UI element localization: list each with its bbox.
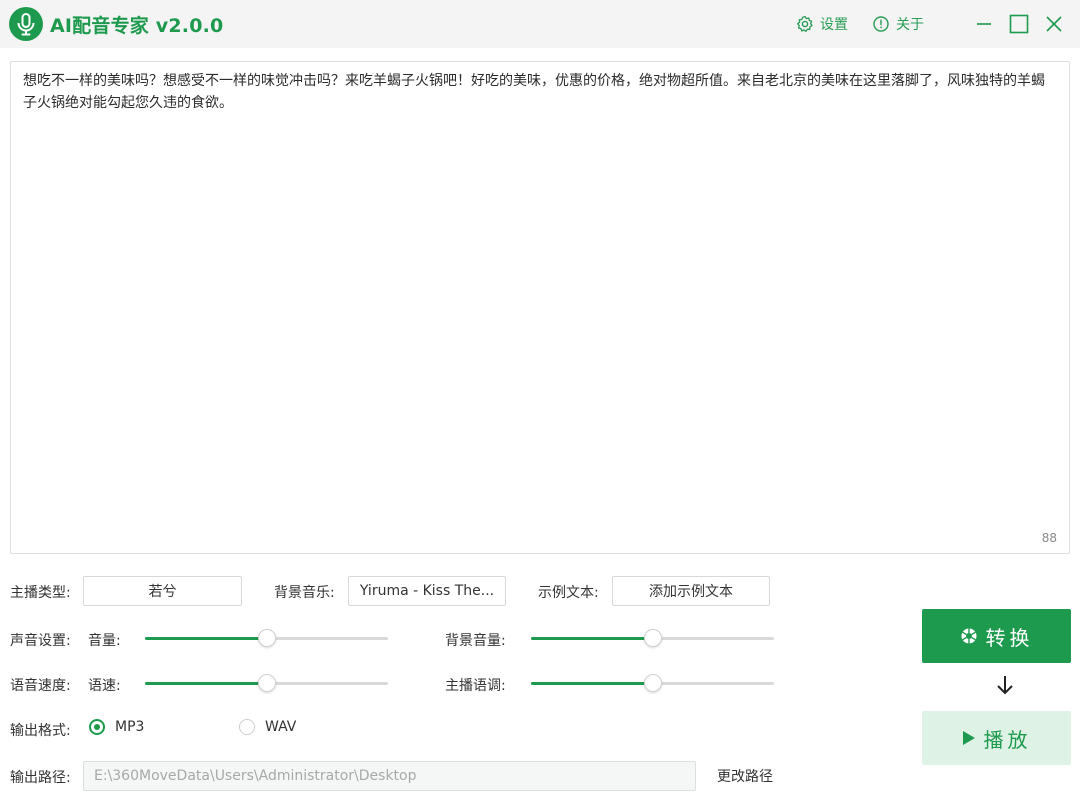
- slider-handle[interactable]: [257, 674, 276, 692]
- voice-settings-label: 声音设置:: [10, 633, 71, 649]
- anchor-type-select[interactable]: 若兮: [83, 576, 242, 606]
- output-path-label: 输出路径:: [10, 770, 71, 786]
- tone-slider[interactable]: [531, 673, 774, 693]
- gear-icon: [796, 15, 813, 33]
- volume-label: 音量:: [88, 633, 121, 649]
- maximize-icon[interactable]: [1007, 12, 1031, 36]
- script-textarea[interactable]: 想吃不一样的美味吗？想感受不一样的味觉冲击吗？来吃羊蝎子火锅吧！好吃的美味，优惠…: [10, 61, 1070, 554]
- arrow-down-icon: [997, 676, 1013, 695]
- about-button[interactable]: 关于: [872, 14, 924, 34]
- output-format-label: 输出格式:: [10, 723, 71, 739]
- close-icon[interactable]: [1042, 12, 1066, 36]
- app-title: AI配音专家 v2.0.0: [50, 15, 224, 37]
- speed-label: 语速:: [88, 678, 121, 694]
- bgm-volume-slider[interactable]: [531, 628, 774, 648]
- speed-slider[interactable]: [145, 673, 388, 693]
- change-path-button[interactable]: 更改路径: [717, 766, 773, 786]
- convert-button[interactable]: 转换: [922, 609, 1071, 663]
- script-text[interactable]: 想吃不一样的美味吗？想感受不一样的味觉冲击吗？来吃羊蝎子火锅吧！好吃的美味，优惠…: [23, 70, 1053, 114]
- anchor-type-label: 主播类型:: [10, 585, 71, 601]
- play-button[interactable]: 播放: [922, 711, 1071, 765]
- bgm-select[interactable]: Yiruma - Kiss The...: [348, 576, 506, 606]
- convert-label: 转换: [985, 625, 1034, 650]
- volume-slider[interactable]: [145, 628, 388, 648]
- settings-label: 设置: [820, 17, 848, 33]
- format-option-label: WAV: [265, 719, 297, 735]
- format-radio-mp3[interactable]: MP3: [89, 719, 144, 735]
- play-icon: [962, 731, 975, 745]
- settings-button[interactable]: 设置: [796, 14, 848, 34]
- add-sample-text-button[interactable]: 添加示例文本: [612, 576, 770, 606]
- slider-handle[interactable]: [257, 629, 276, 647]
- sample-text-label: 示例文本:: [538, 585, 599, 601]
- slider-handle[interactable]: [643, 629, 662, 647]
- radio-circle[interactable]: [89, 719, 105, 735]
- about-label: 关于: [896, 17, 924, 33]
- tone-label: 主播语调:: [445, 678, 506, 694]
- char-count: 88: [1041, 531, 1057, 545]
- output-path-input: E:\360MoveData\Users\Administrator\Deskt…: [83, 761, 696, 791]
- radio-circle[interactable]: [239, 719, 255, 735]
- microphone-logo-icon: [9, 7, 43, 41]
- format-option-label: MP3: [115, 719, 145, 735]
- play-label: 播放: [983, 727, 1032, 752]
- speed-section-label: 语音速度:: [10, 678, 71, 694]
- aperture-icon: [961, 628, 976, 644]
- format-radio-wav[interactable]: WAV: [239, 719, 296, 735]
- bgm-volume-label: 背景音量:: [445, 633, 506, 649]
- bgm-label: 背景音乐:: [274, 585, 335, 601]
- minimize-icon[interactable]: [972, 12, 996, 36]
- slider-handle[interactable]: [643, 674, 662, 692]
- title-bar: AI配音专家 v2.0.0 设置 关于: [0, 0, 1080, 48]
- info-circle-icon: [873, 16, 889, 32]
